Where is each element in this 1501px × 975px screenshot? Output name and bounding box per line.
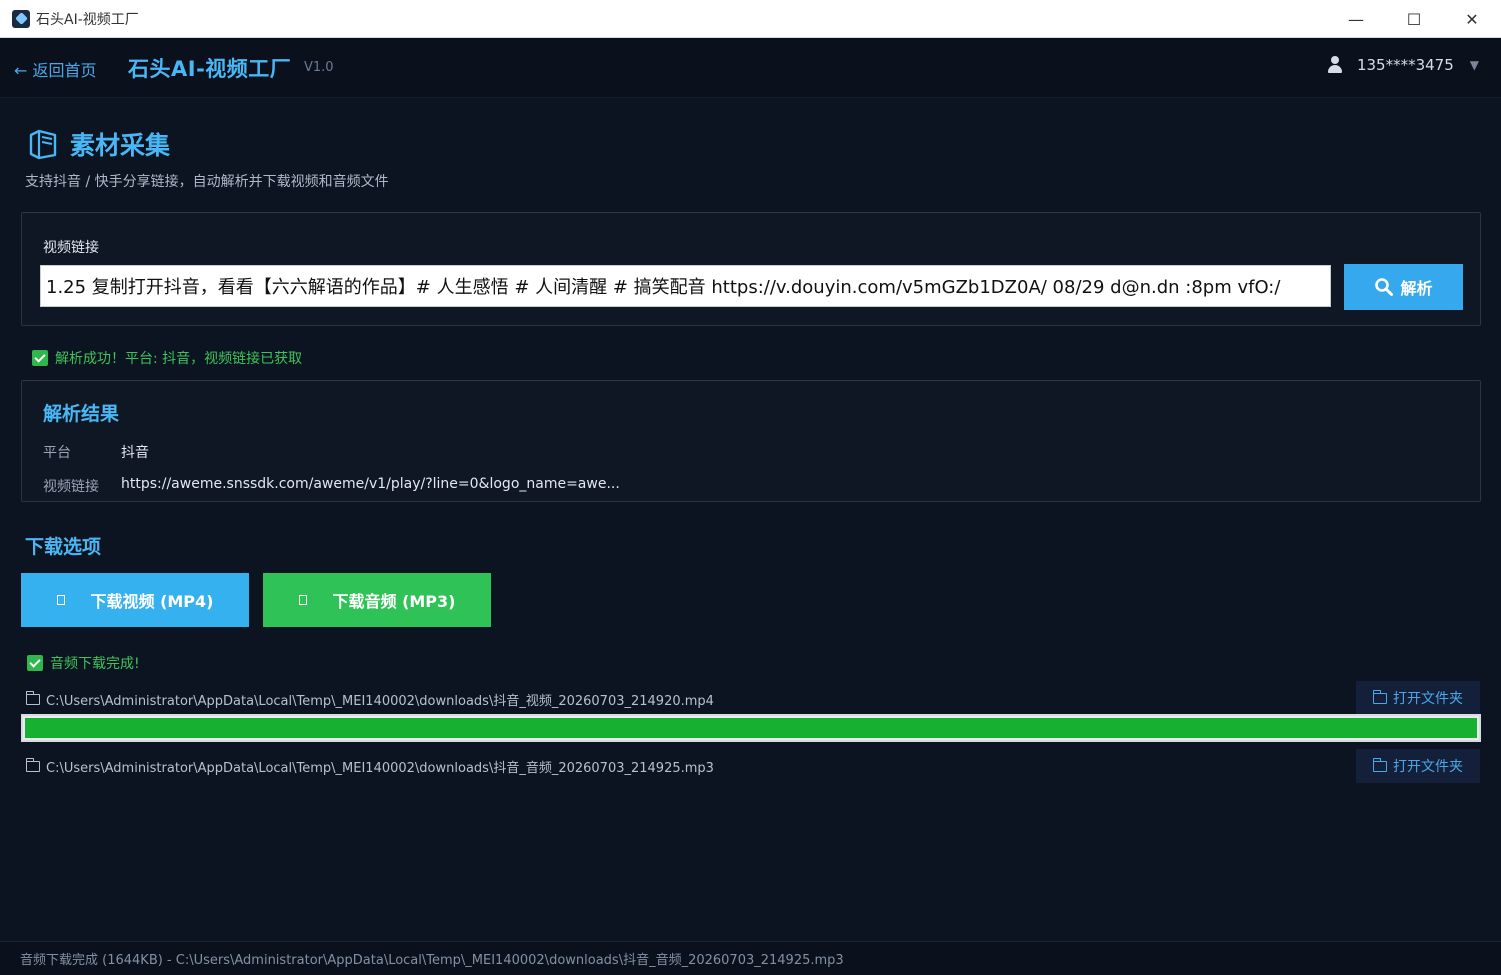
parse-status-text: 解析成功！平台: 抖音，视频链接已获取 — [55, 351, 303, 367]
open-folder-label: 打开文件夹 — [1393, 691, 1463, 707]
download-progress-bar — [21, 714, 1481, 742]
main-content: 素材采集 支持抖音 / 快手分享链接，自动解析并下载视频和音频文件 视频链接 1… — [0, 98, 1501, 941]
chevron-down-icon[interactable]: ▼ — [1470, 58, 1479, 72]
folder-icon — [26, 691, 40, 705]
parse-button[interactable]: 解析 — [1344, 264, 1463, 310]
file-icon — [298, 595, 307, 605]
video-link-value[interactable]: https://aweme.snssdk.com/aweme/v1/play/?… — [121, 476, 620, 492]
platform-value: 抖音 — [121, 445, 149, 461]
url-field-label: 视频链接 — [43, 240, 99, 256]
app-header: ← 返回首页 石头AI-视频工厂 V1.0 135****3475 ▼ — [0, 38, 1501, 98]
video-url-input[interactable]: 1.25 复制打开抖音，看看【六六解语的作品】# 人生感悟 # 人间清醒 # 搞… — [40, 265, 1331, 307]
progress-fill — [25, 718, 1477, 738]
status-bar: 音频下载完成 (1644KB) - C:\Users\Administrator… — [0, 941, 1501, 975]
brand-title: 石头AI-视频工厂 — [128, 57, 292, 81]
page-title: 素材采集 — [70, 131, 171, 160]
user-icon — [1327, 56, 1343, 74]
download-video-label: 下载视频 (MP4) — [90, 592, 214, 611]
download-status: 音频下载完成! — [27, 653, 140, 673]
check-icon — [32, 350, 48, 366]
app-logo-icon — [12, 9, 30, 28]
folder-icon — [26, 758, 40, 772]
video-file-path: C:\Users\Administrator\AppData\Local\Tem… — [46, 694, 714, 709]
file-row-audio: C:\Users\Administrator\AppData\Local\Tem… — [26, 757, 714, 776]
parse-button-label: 解析 — [1400, 279, 1433, 298]
page-subtitle: 支持抖音 / 快手分享链接，自动解析并下载视频和音频文件 — [25, 174, 389, 190]
window-controls: — ☐ ✕ — [1327, 0, 1501, 38]
user-phone: 135****3475 — [1356, 56, 1454, 74]
download-audio-button[interactable]: 下载音频 (MP3) — [263, 573, 491, 627]
check-icon — [27, 655, 43, 671]
download-status-text: 音频下载完成! — [50, 656, 140, 672]
open-folder-button-video[interactable]: 打开文件夹 — [1356, 681, 1480, 715]
parse-status: 解析成功！平台: 抖音，视频链接已获取 — [32, 348, 302, 368]
user-menu[interactable]: 135****3475 ▼ — [1327, 56, 1479, 74]
audio-file-path: C:\Users\Administrator\AppData\Local\Tem… — [46, 761, 714, 776]
back-home-link[interactable]: ← 返回首页 — [14, 57, 97, 81]
status-bar-text: 音频下载完成 (1644KB) - C:\Users\Administrator… — [20, 953, 844, 968]
version-label: V1.0 — [304, 60, 334, 75]
file-icon — [56, 595, 65, 605]
download-audio-label: 下载音频 (MP3) — [332, 592, 456, 611]
folder-icon — [1373, 689, 1387, 704]
url-input-card: 视频链接 1.25 复制打开抖音，看看【六六解语的作品】# 人生感悟 # 人间清… — [21, 212, 1481, 326]
minimize-button[interactable]: — — [1327, 0, 1385, 38]
close-button[interactable]: ✕ — [1443, 0, 1501, 38]
open-folder-button-audio[interactable]: 打开文件夹 — [1356, 749, 1480, 783]
folder-icon — [1373, 757, 1387, 772]
result-title: 解析结果 — [43, 403, 120, 425]
file-row-video: C:\Users\Administrator\AppData\Local\Tem… — [26, 690, 714, 709]
material-box-icon — [29, 129, 57, 160]
window-title: 石头AI-视频工厂 — [36, 11, 139, 28]
platform-key: 平台 — [43, 445, 71, 461]
window-titlebar: 石头AI-视频工厂 — ☐ ✕ — [0, 0, 1501, 38]
parse-result-card: 解析结果 平台 抖音 视频链接 https://aweme.snssdk.com… — [21, 380, 1481, 502]
download-video-button[interactable]: 下载视频 (MP4) — [21, 573, 249, 627]
maximize-button[interactable]: ☐ — [1385, 0, 1443, 38]
section-header: 素材采集 — [26, 126, 170, 162]
search-icon — [1375, 278, 1394, 296]
video-link-key: 视频链接 — [43, 479, 99, 495]
open-folder-label: 打开文件夹 — [1393, 759, 1463, 775]
download-options-title: 下载选项 — [25, 536, 102, 558]
